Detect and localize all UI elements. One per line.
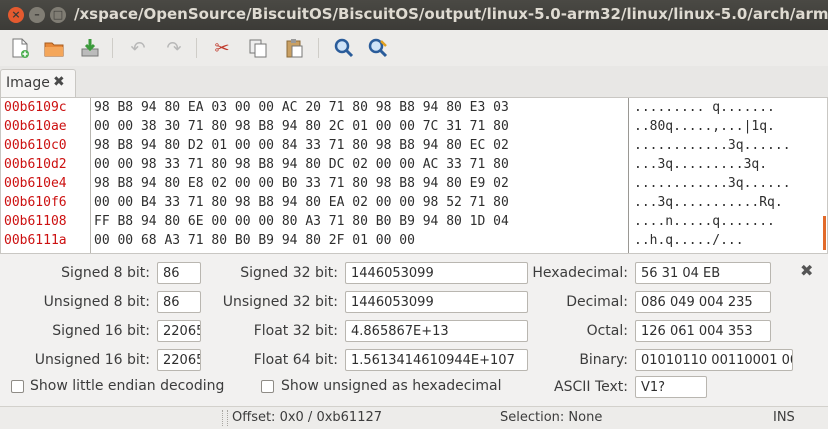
unsigned-32bit-label: Unsigned 32 bit: bbox=[210, 290, 338, 314]
unsigned-16bit-field[interactable]: 22065 bbox=[157, 349, 201, 371]
signed-32bit-label: Signed 32 bit: bbox=[210, 261, 338, 285]
tab-close-icon[interactable]: ✖ bbox=[53, 74, 65, 90]
open-button[interactable] bbox=[40, 34, 68, 62]
offset-cell: 00b610c0 bbox=[4, 137, 67, 155]
cut-button[interactable]: ✂ bbox=[208, 34, 236, 62]
decimal-label: Decimal: bbox=[530, 290, 628, 314]
cut-icon: ✂ bbox=[214, 38, 229, 59]
ascii-row[interactable]: ............3q...... bbox=[634, 175, 791, 193]
save-icon bbox=[79, 37, 101, 59]
replace-icon bbox=[367, 37, 389, 59]
unsigned-hex-label[interactable]: Show unsigned as hexadecimal bbox=[281, 378, 502, 394]
float-64bit-field[interactable]: 1.5613414610944E+107 bbox=[345, 349, 528, 371]
ascii-row[interactable]: ............3q...... bbox=[634, 137, 791, 155]
ascii-text-field[interactable]: V1? bbox=[635, 376, 707, 398]
tab-image[interactable]: Image ✖ bbox=[0, 69, 76, 98]
offset-cell: 00b610e4 bbox=[4, 175, 67, 193]
copy-button[interactable] bbox=[244, 34, 272, 62]
new-file-button[interactable] bbox=[6, 34, 34, 62]
window-close-button[interactable]: × bbox=[8, 7, 24, 23]
ascii-row[interactable]: ......... q....... bbox=[634, 99, 775, 117]
ascii-column[interactable]: ......... q....... ..80q.....,...|1q. ..… bbox=[631, 98, 815, 253]
toolbar: ↶ ↷ ✂ bbox=[0, 30, 828, 67]
ascii-row[interactable]: ....n.....q....... bbox=[634, 213, 775, 231]
offset-column: 00b6109c 00b610ae 00b610c0 00b610d2 00b6… bbox=[1, 98, 91, 253]
offset-cell: 00b61108 bbox=[4, 213, 67, 231]
window-title: /xspace/OpenSource/BiscuitOS/BiscuitOS/o… bbox=[74, 5, 828, 23]
toolbar-separator bbox=[318, 38, 319, 58]
unsigned-8bit-field[interactable]: 86 bbox=[157, 291, 201, 313]
window-minimize-button[interactable]: – bbox=[29, 7, 45, 23]
hex-row[interactable]: 98 B8 94 80 E8 02 00 00 B0 33 71 80 98 B… bbox=[94, 175, 509, 193]
unsigned-8bit-label: Unsigned 8 bit: bbox=[0, 290, 150, 314]
float-32bit-field[interactable]: 4.865867E+13 bbox=[345, 320, 528, 342]
hex-row[interactable]: FF B8 94 80 6E 00 00 00 80 A3 71 80 B0 B… bbox=[94, 213, 509, 231]
redo-button[interactable]: ↷ bbox=[160, 34, 188, 62]
paste-button[interactable] bbox=[280, 34, 308, 62]
signed-16bit-label: Signed 16 bit: bbox=[0, 319, 150, 343]
ascii-row[interactable]: ...3q...........Rq. bbox=[634, 194, 783, 212]
hex-row[interactable]: 00 00 98 33 71 80 98 B8 94 80 DC 02 00 0… bbox=[94, 156, 509, 174]
status-bar: Offset: 0x0 / 0xb61127 Selection: None I… bbox=[0, 406, 828, 429]
window-maximize-button[interactable]: □ bbox=[50, 7, 66, 23]
little-endian-checkbox[interactable] bbox=[11, 380, 24, 393]
undo-button[interactable]: ↶ bbox=[124, 34, 152, 62]
signed-8bit-label: Signed 8 bit: bbox=[0, 261, 150, 285]
float-32bit-label: Float 32 bit: bbox=[210, 319, 338, 343]
decimal-field[interactable]: 086 049 004 235 bbox=[635, 291, 771, 313]
unsigned-hex-checkbox[interactable] bbox=[261, 380, 274, 393]
title-bar: × – □ /xspace/OpenSource/BiscuitOS/Biscu… bbox=[0, 0, 828, 30]
offset-cell: 00b6111a bbox=[4, 232, 67, 250]
hexadecimal-field[interactable]: 56 31 04 EB bbox=[635, 262, 771, 284]
signed-8bit-field[interactable]: 86 bbox=[157, 262, 201, 284]
offset-cell: 00b610d2 bbox=[4, 156, 67, 174]
redo-icon: ↷ bbox=[166, 38, 181, 59]
binary-field[interactable]: 01010110 00110001 00000100 11101011 bbox=[635, 349, 793, 371]
unsigned-32bit-field[interactable]: 1446053099 bbox=[345, 291, 528, 313]
ascii-row[interactable]: ...3q.........3q. bbox=[634, 156, 767, 174]
status-grip bbox=[222, 410, 228, 426]
octal-field[interactable]: 126 061 004 353 bbox=[635, 320, 771, 342]
hex-editor-pane[interactable]: 00b6109c 00b610ae 00b610c0 00b610d2 00b6… bbox=[0, 97, 828, 254]
new-file-icon bbox=[9, 37, 31, 59]
float-64bit-label: Float 64 bit: bbox=[210, 348, 338, 372]
save-button[interactable] bbox=[76, 34, 104, 62]
ascii-text-label: ASCII Text: bbox=[530, 375, 628, 399]
hex-row[interactable]: 00 00 68 A3 71 80 B0 B9 94 80 2F 01 00 0… bbox=[94, 232, 415, 250]
binary-label: Binary: bbox=[530, 348, 628, 372]
paste-icon bbox=[283, 37, 305, 59]
open-folder-icon bbox=[43, 37, 65, 59]
selection-status: Selection: None bbox=[500, 410, 602, 425]
offset-status: Offset: 0x0 / 0xb61127 bbox=[232, 410, 382, 425]
replace-button[interactable] bbox=[364, 34, 392, 62]
hexadecimal-label: Hexadecimal: bbox=[530, 261, 628, 285]
hex-row[interactable]: 98 B8 94 80 D2 01 00 00 84 33 71 80 98 B… bbox=[94, 137, 509, 155]
offset-cell: 00b6109c bbox=[4, 99, 67, 117]
copy-icon bbox=[247, 37, 269, 59]
octal-label: Octal: bbox=[530, 319, 628, 343]
hex-row[interactable]: 00 00 38 30 71 80 98 B8 94 80 2C 01 00 0… bbox=[94, 118, 509, 136]
tab-label: Image bbox=[6, 75, 50, 91]
ascii-row[interactable]: ..80q.....,...|1q. bbox=[634, 118, 775, 136]
hex-row[interactable]: 98 B8 94 80 EA 03 00 00 AC 20 71 80 98 B… bbox=[94, 99, 509, 117]
toolbar-separator bbox=[196, 38, 197, 58]
unsigned-16bit-label: Unsigned 16 bit: bbox=[0, 348, 150, 372]
hex-row[interactable]: 00 00 B4 33 71 80 98 B8 94 80 EA 02 00 0… bbox=[94, 194, 509, 212]
little-endian-label[interactable]: Show little endian decoding bbox=[30, 378, 224, 394]
ascii-row[interactable]: ..h.q...../... bbox=[634, 232, 744, 250]
insert-mode-status[interactable]: INS bbox=[773, 410, 795, 425]
signed-16bit-field[interactable]: 22065 bbox=[157, 320, 201, 342]
find-icon bbox=[333, 37, 355, 59]
find-button[interactable] bbox=[330, 34, 358, 62]
undo-icon: ↶ bbox=[130, 38, 145, 59]
offset-cell: 00b610f6 bbox=[4, 194, 67, 212]
offset-cell: 00b610ae bbox=[4, 118, 67, 136]
signed-32bit-field[interactable]: 1446053099 bbox=[345, 262, 528, 284]
hex-bytes-column[interactable]: 98 B8 94 80 EA 03 00 00 AC 20 71 80 98 B… bbox=[91, 98, 629, 253]
close-panel-icon[interactable]: ✖ bbox=[800, 261, 813, 280]
scrollbar-thumb[interactable] bbox=[823, 216, 826, 250]
tab-bar: Image ✖ bbox=[0, 66, 828, 97]
toolbar-separator bbox=[112, 38, 113, 58]
